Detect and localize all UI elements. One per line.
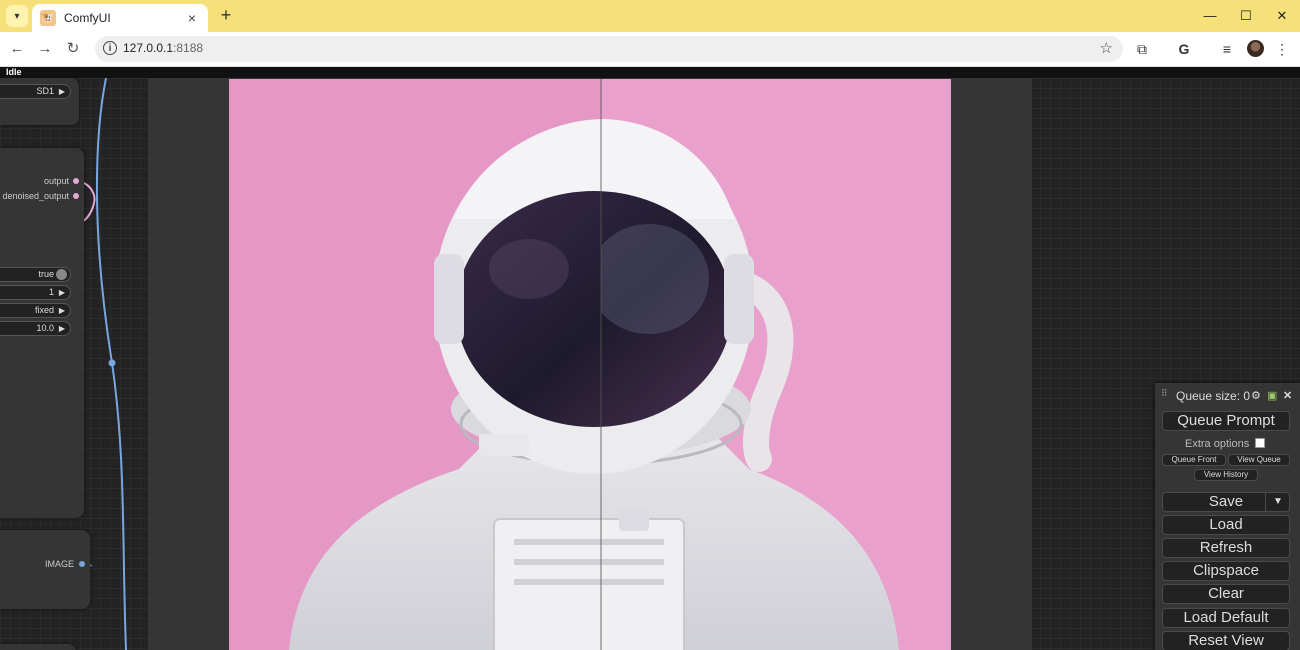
image-node[interactable]: IMAGE xyxy=(0,530,90,609)
arrow-right-icon: ▶ xyxy=(58,288,65,297)
view-history-button[interactable]: View History xyxy=(1194,469,1258,481)
window-close-icon[interactable]: ✕ xyxy=(1272,6,1292,26)
output-label: output xyxy=(43,176,69,186)
refresh-button[interactable]: Refresh xyxy=(1162,538,1290,558)
node-graph-canvas[interactable]: SD1 ▶ output denoised_output true 1 ▶ fi… xyxy=(0,78,1300,650)
site-info-icon[interactable]: i xyxy=(103,41,117,55)
image-compare-node[interactable] xyxy=(148,78,1032,650)
save-label: Save xyxy=(1208,493,1244,510)
bottom-node[interactable] xyxy=(0,644,76,650)
image-feed-icon[interactable]: ▣ xyxy=(1267,389,1277,403)
toggle-widget[interactable]: true xyxy=(0,267,71,282)
new-tab-button[interactable]: + xyxy=(216,5,236,25)
tab-title: ComfyUI xyxy=(64,11,111,25)
sampler-node[interactable]: output denoised_output true 1 ▶ fixed ▶ … xyxy=(0,148,84,518)
gear-icon[interactable]: ⚙ xyxy=(1251,389,1261,403)
arrow-right-icon: ▶ xyxy=(58,87,65,96)
url-host: 127.0.0.1 xyxy=(123,41,174,55)
close-menu-icon[interactable]: ✕ xyxy=(1283,389,1292,403)
extensions-icon[interactable]: ⧉ xyxy=(1132,39,1152,59)
favicon-icon: 🐮 xyxy=(40,10,56,26)
forward-icon[interactable]: → xyxy=(34,38,56,60)
load-button[interactable]: Load xyxy=(1162,515,1290,535)
google-icon[interactable]: G xyxy=(1174,39,1194,59)
status-text: Idle xyxy=(6,67,22,77)
save-dropdown-icon[interactable]: ▼ xyxy=(1265,493,1290,511)
number-value-2: 10.0 xyxy=(36,323,54,333)
clipspace-button[interactable]: Clipspace xyxy=(1162,561,1290,581)
extra-options-label: Extra options xyxy=(1185,438,1250,450)
status-bar: Idle xyxy=(0,67,1300,78)
address-bar[interactable]: i 127.0.0.1:8188 ☆ xyxy=(95,36,1123,62)
model-widget[interactable]: SD1 ▶ xyxy=(0,84,71,99)
close-icon[interactable]: × xyxy=(184,10,200,26)
browser-tab-bar: ▾ 🐮 ComfyUI × + — ☐ ✕ xyxy=(0,0,1300,32)
drag-handle-icon[interactable]: ⠿ xyxy=(1161,389,1168,401)
wire-reroute-dot xyxy=(108,359,116,367)
model-value: SD1 xyxy=(36,86,54,96)
queue-menu: ⠿ Queue size: 0 ⚙ ▣ ✕ Queue Prompt Extra… xyxy=(1155,383,1300,650)
clear-button[interactable]: Clear xyxy=(1162,584,1290,604)
denoised-output-slot-dot[interactable] xyxy=(73,193,79,199)
number-widget-2[interactable]: 10.0 ▶ xyxy=(0,321,71,336)
arrow-right-icon: ▶ xyxy=(58,324,65,333)
reset-view-button[interactable]: Reset View xyxy=(1162,631,1290,650)
more-menu-icon[interactable]: ⋮ xyxy=(1272,39,1292,59)
top-node[interactable]: SD1 ▶ xyxy=(0,78,79,125)
profile-avatar[interactable] xyxy=(1247,40,1264,57)
bookmark-star-icon[interactable]: ☆ xyxy=(1100,39,1113,57)
number-widget-1[interactable]: 1 ▶ xyxy=(0,285,71,300)
url-text: 127.0.0.1:8188 xyxy=(123,41,203,55)
image-output-slot-dot[interactable] xyxy=(79,561,85,567)
load-default-button[interactable]: Load Default xyxy=(1162,608,1290,628)
url-port: :8188 xyxy=(173,41,204,55)
queue-front-button[interactable]: Queue Front xyxy=(1162,454,1226,466)
combo-value: fixed xyxy=(34,305,54,315)
tab-search-icon[interactable]: ▾ xyxy=(6,5,28,27)
tab-comfyui[interactable]: 🐮 ComfyUI × xyxy=(32,4,208,32)
astronaut-image[interactable] xyxy=(229,79,951,650)
queue-prompt-button[interactable]: Queue Prompt xyxy=(1162,411,1290,431)
view-queue-button[interactable]: View Queue xyxy=(1228,454,1290,466)
number-value-1: 1 xyxy=(48,287,54,297)
extra-options-checkbox[interactable] xyxy=(1255,438,1265,448)
browser-toolbar: ← → ↻ i 127.0.0.1:8188 ☆ ⧉ G ≡ ⋮ xyxy=(0,32,1300,67)
media-controls-icon[interactable]: ≡ xyxy=(1217,39,1237,59)
back-icon[interactable]: ← xyxy=(6,38,28,60)
toggle-value: true xyxy=(38,269,54,279)
maximize-icon[interactable]: ☐ xyxy=(1236,6,1256,26)
reload-icon[interactable]: ↻ xyxy=(62,38,84,60)
queue-size-label: Queue size: 0 xyxy=(1176,389,1251,403)
combo-widget[interactable]: fixed ▶ xyxy=(0,303,71,318)
denoised-output-label: denoised_output xyxy=(2,191,69,201)
arrow-right-icon: ▶ xyxy=(58,306,65,315)
output-slot-dot[interactable] xyxy=(73,178,79,184)
minimize-icon[interactable]: — xyxy=(1200,6,1220,26)
toggle-knob-icon xyxy=(56,269,67,280)
image-output-label: IMAGE xyxy=(44,559,74,569)
